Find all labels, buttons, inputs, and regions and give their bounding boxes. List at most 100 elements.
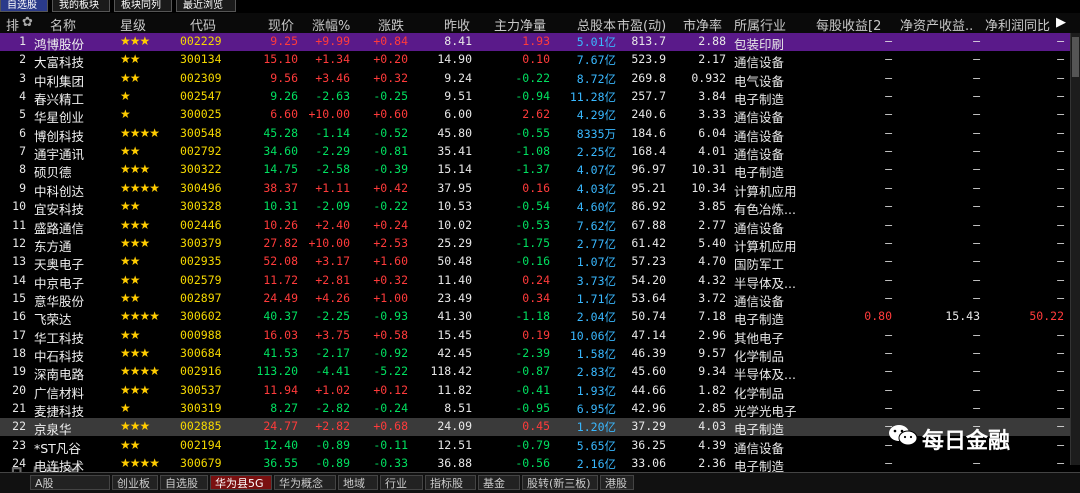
row-number: 8 (19, 162, 26, 177)
bottom-tab[interactable]: 华为县5G (210, 475, 272, 490)
stock-name: 意华股份 (34, 293, 85, 309)
header-prev[interactable]: 昨收 (444, 15, 470, 34)
bottom-tab[interactable]: 地域 (338, 475, 378, 490)
header-flow[interactable]: 主力净量 (494, 15, 546, 34)
table-row[interactable]: 6 博创科技 ★★★★ 300548 45.28 -1.14 -0.52 45.80 -0.55… (0, 125, 1070, 144)
pb-cell: 6.04 (698, 125, 726, 140)
header-eps[interactable]: 每股收益[2 (816, 15, 881, 34)
industry-cell: 计算机应用 (734, 238, 797, 254)
bottom-tab[interactable]: 股转(新三板) (522, 475, 598, 490)
table-row[interactable]: 4 春兴精工 ★ 002547 9.26 -2.63 -0.25 9.51 -0.94 11.28… (0, 88, 1070, 108)
pb-cell: 2.85 (698, 401, 726, 415)
scroll-thumb[interactable] (1072, 37, 1079, 77)
header-pe[interactable]: 市盈(动) (617, 15, 666, 34)
bottom-tab[interactable]: 行业 (380, 475, 423, 490)
header-code[interactable]: 代码 (190, 15, 216, 34)
change-cell: +0.58 (373, 327, 408, 342)
star-rating: ★★ (120, 327, 141, 342)
bottom-tab[interactable]: 指标股 (425, 475, 476, 490)
main-flow-cell: -0.55 (515, 125, 550, 140)
pe-cell: 50.74 (631, 309, 666, 324)
pct-cell: +2.40 (315, 217, 350, 232)
table-row[interactable]: 8 硕贝德 ★★★ 300322 14.75 -2.58 -0.39 15.14 -1.37 4.… (0, 161, 1070, 180)
gear-icon[interactable]: ✿ (22, 15, 33, 30)
table-row[interactable]: 12 东方通 ★★★ 300379 27.82 +10.00 +2.53 25.29 -1.75… (0, 235, 1070, 254)
vertical-scrollbar[interactable] (1070, 33, 1080, 465)
pe-cell: 813.7 (631, 34, 666, 48)
header-chg[interactable]: 涨跌 (378, 15, 404, 34)
pb-cell: 3.85 (698, 199, 726, 214)
prev-close-cell: 35.41 (437, 144, 472, 159)
pe-cell: 96.97 (631, 162, 666, 177)
change-cell: +0.32 (373, 272, 408, 287)
table-row[interactable]: 17 华工科技 ★★ 000988 16.03 +3.75 +0.58 15.45 0.19 10… (0, 327, 1070, 346)
bottom-tab[interactable]: 基金 (478, 475, 520, 490)
table-row[interactable]: 20 广信材料 ★★★ 300537 11.94 +1.02 +0.12 11.82 -0.41… (0, 382, 1070, 401)
table-row[interactable]: 16 飞荣达 ★★★★ 300602 40.37 -2.25 -0.93 41.30 -1.18… (0, 308, 1070, 327)
table-row[interactable]: 24 电连技术 ★★★★ 300679 36.55 -0.89 -0.33 36.88 -0.5… (0, 455, 1070, 474)
table-row[interactable]: 10 宜安科技 ★★ 300328 10.31 -2.09 -0.22 10.53 -0.54 4… (0, 198, 1070, 217)
row-number: 16 (12, 309, 26, 324)
table-row[interactable]: 5 华星创业 ★ 300025 6.60 +10.00 +0.60 6.00 2.62 4.29亿… (0, 106, 1070, 125)
change-cell: -0.33 (373, 456, 408, 471)
total-shares-cell: 2.04亿 (576, 310, 616, 325)
header-price[interactable]: 现价 (268, 15, 294, 34)
top-tab[interactable]: 板块同列 (114, 0, 172, 12)
table-row[interactable]: 18 中石科技 ★★★ 300684 41.53 -2.17 -0.92 42.45 -2.39… (0, 345, 1070, 364)
table-row[interactable]: 3 中利集团 ★★ 002309 9.56 +3.46 +0.32 9.24 -0.22 8.72… (0, 70, 1070, 89)
scroll-right-icon[interactable]: ▶ (1056, 15, 1066, 30)
sort-header[interactable]: 排 (6, 15, 19, 34)
table-row[interactable]: 9 中科创达 ★★★★ 300496 38.37 +1.11 +0.42 37.95 0.16 4… (0, 180, 1070, 199)
bottom-tab[interactable]: A股 (30, 475, 110, 490)
price-cell: 8.27 (270, 401, 298, 415)
bottom-tab[interactable]: 创业板 (112, 475, 158, 490)
top-tab[interactable]: 最近浏览 (176, 0, 236, 12)
table-row[interactable]: 19 深南电路 ★★★★ 002916 113.20 -4.41 -5.22 118.42 -0… (0, 363, 1070, 382)
prev-close-cell: 9.24 (444, 70, 472, 85)
header-roe[interactable]: 净资产收益.. (900, 15, 973, 34)
netprofit-cell: – (1057, 456, 1064, 471)
pb-cell: 2.96 (698, 327, 726, 342)
bottom-tab[interactable]: 华为概念 (274, 475, 336, 490)
table-row[interactable]: 11 盛路通信 ★★★ 002446 10.26 +2.40 +0.24 10.02 -0.53… (0, 217, 1070, 236)
stock-code: 002194 (180, 437, 222, 452)
eps-cell: – (885, 180, 892, 195)
change-cell: +1.60 (373, 254, 408, 269)
change-cell: -0.52 (373, 125, 408, 140)
header-name[interactable]: 名称 (50, 15, 76, 34)
eps-cell: – (885, 89, 892, 104)
stock-name: 春兴精工 (34, 92, 85, 108)
price-cell: 9.25 (270, 34, 298, 48)
table-row[interactable]: 2 大富科技 ★★ 300134 15.10 +1.34 +0.20 14.90 0.10 7.6… (0, 51, 1070, 70)
table-row[interactable]: 14 中京电子 ★★ 002579 11.72 +2.81 +0.32 11.40 0.24 3.… (0, 272, 1070, 291)
table-row[interactable]: 1 鸿博股份 ★★★ 002229 9.25 +9.99 +0.84 8.41 1.93 5.01… (0, 33, 1070, 52)
table-row[interactable]: 21 麦捷科技 ★ 300319 8.27 -2.82 -0.24 8.51 -0.95 6.95… (0, 400, 1070, 419)
total-shares-cell: 4.07亿 (576, 163, 616, 178)
price-cell: 16.03 (263, 327, 298, 342)
top-tab[interactable]: 自选股 (0, 0, 48, 12)
main-flow-cell: 0.16 (522, 180, 550, 195)
table-row[interactable]: 7 通宇通讯 ★★ 002792 34.60 -2.29 -0.81 35.41 -1.08 2.… (0, 143, 1070, 162)
star-rating: ★ (120, 401, 131, 415)
star-rating: ★★★ (120, 345, 150, 360)
table-row[interactable]: 15 意华股份 ★★ 002897 24.49 +4.26 +1.00 23.49 0.34 1.… (0, 290, 1070, 309)
roe-cell: – (973, 217, 980, 232)
bottom-tab[interactable]: 港股 (600, 475, 634, 490)
header-pct[interactable]: 涨幅% (312, 15, 350, 34)
header-pb[interactable]: 市净率 (683, 15, 722, 34)
change-cell: +0.68 (373, 419, 408, 434)
main-flow-cell: -1.37 (515, 162, 550, 177)
header-netprofit[interactable]: 净利润同比 (985, 15, 1050, 34)
eps-cell: – (885, 382, 892, 397)
prev-close-cell: 15.45 (437, 327, 472, 342)
table-row[interactable]: 13 天奥电子 ★★ 002935 52.08 +3.17 +1.60 50.48 -0.16 1… (0, 253, 1070, 272)
header-cap[interactable]: 总股本 (577, 15, 616, 34)
top-tab[interactable]: 我的板块 (52, 0, 110, 12)
netprofit-cell: – (1057, 144, 1064, 159)
prev-close-cell: 118.42 (430, 364, 472, 379)
header-stars[interactable]: 星级 (120, 15, 146, 34)
eps-cell: – (885, 254, 892, 269)
bottom-tab[interactable]: 自选股 (160, 475, 208, 490)
netprofit-cell: – (1057, 254, 1064, 269)
header-industry[interactable]: 所属行业 (734, 15, 786, 34)
